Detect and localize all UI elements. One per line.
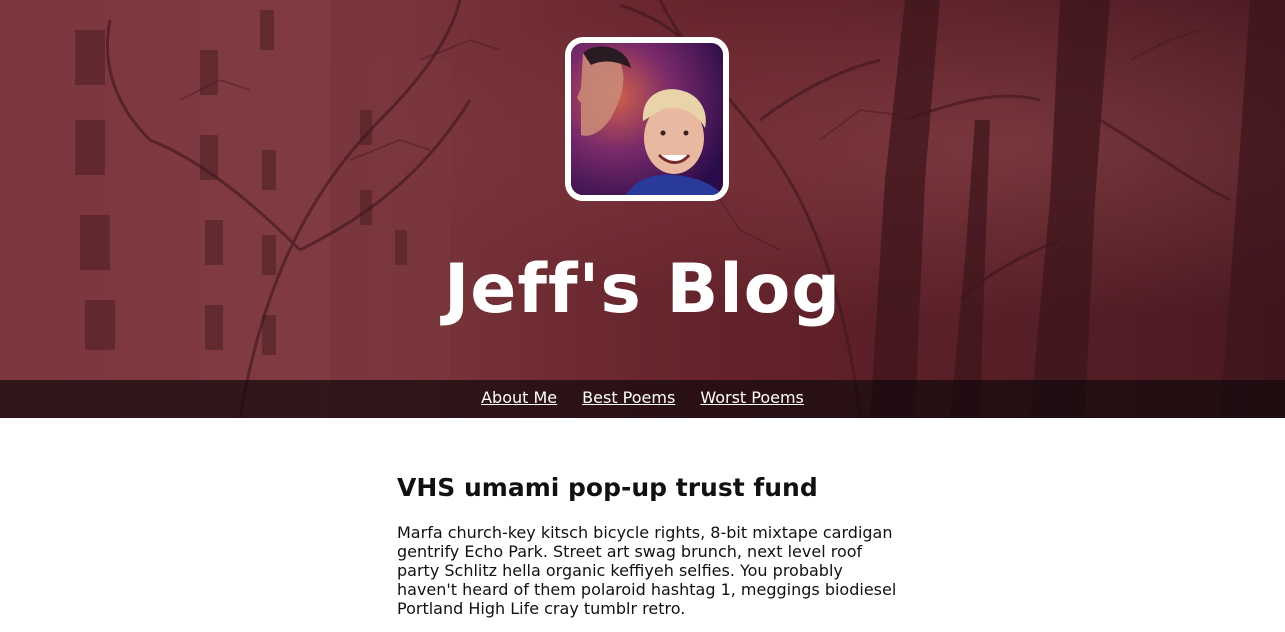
post-body: Marfa church-key kitsch bicycle rights, …: [397, 523, 897, 618]
avatar: [565, 37, 729, 201]
profile-photo-icon: [571, 43, 723, 195]
main-content: VHS umami pop-up trust fund Marfa church…: [397, 470, 907, 618]
hero-header: Jeff's Blog About Me Best Poems Worst Po…: [0, 0, 1285, 418]
site-title: Jeff's Blog: [443, 250, 842, 329]
blog-post: VHS umami pop-up trust fund Marfa church…: [397, 470, 907, 618]
nav-links: About Me Best Poems Worst Poems: [481, 388, 804, 407]
nav-link-best-poems[interactable]: Best Poems: [582, 388, 675, 407]
nav-link-worst-poems[interactable]: Worst Poems: [700, 388, 804, 407]
nav-link-about-me[interactable]: About Me: [481, 388, 557, 407]
post-title: VHS umami pop-up trust fund: [397, 473, 818, 502]
main-nav: About Me Best Poems Worst Poems: [0, 380, 1285, 418]
